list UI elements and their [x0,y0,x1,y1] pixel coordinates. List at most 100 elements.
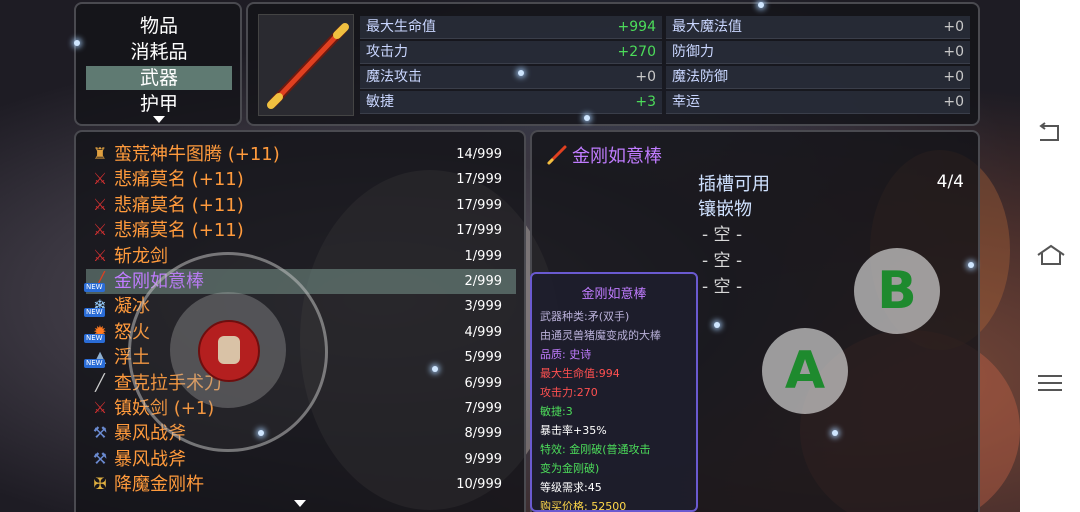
totem-icon: ♜ [92,144,108,163]
socket-label: 镶嵌物 [698,199,752,220]
stat-luck: 幸运 +0 [666,91,970,114]
item-count: 14/999 [456,147,502,162]
vajra-icon: ✠ [93,474,107,494]
list-item[interactable]: ✠ 降魔金刚杵 10/999 [86,472,516,497]
list-item[interactable]: ♜ 蛮荒神牛图腾 (+11) 14/999 [86,142,516,167]
knife-icon: ╱ [95,372,105,392]
list-item[interactable]: ⚔ 斩龙剑 1/999 [86,244,516,269]
stat-max-hp: 最大生命值 +994 [360,16,662,39]
item-count: 9/999 [464,451,502,467]
list-item[interactable]: ⚒ 暴风战斧 9/999 [86,447,516,472]
sparkle [518,70,524,76]
item-tooltip: 金刚如意棒 武器种类:矛(双手) 由通灵兽猪魔变成的大棒 品质: 史诗最大生命值:9… [530,272,698,512]
tooltip-line: 暴击率+35% [540,424,607,437]
stat-label: 攻击力 [366,44,408,60]
item-name: 降魔金刚杵 [114,474,204,496]
stat-label: 最大魔法值 [672,19,742,35]
item-count: 1/999 [464,248,502,264]
tooltip-line: 品质: 史诗 [540,348,592,361]
b-button[interactable]: B [854,248,940,334]
stat-value: +0 [943,44,964,60]
stat-value: +0 [943,94,964,110]
sparkle [758,2,764,8]
staff-preview-icon [267,23,349,109]
slot-available-label: 插槽可用 [698,174,770,195]
item-count: 8/999 [464,426,502,442]
category-weapons[interactable]: 武器 [86,66,232,90]
tooltip-line: 武器种类:矛(双手) [540,310,630,323]
item-count: 5/999 [464,350,502,366]
item-name: 暴风战斧 [114,448,186,470]
stat-label: 最大生命值 [366,19,436,35]
item-count: 4/999 [464,324,502,340]
list-item[interactable]: ⚔ 悲痛莫名 (+11) 17/999 [86,193,516,218]
new-badge: NEW [84,359,105,369]
tooltip-line: 最大生命值:994 [540,367,620,380]
empty-slot[interactable]: - 空 - [702,220,742,245]
system-nav-bar [1020,0,1080,512]
menu-icon[interactable] [1038,374,1062,392]
slot-count: 4/4 [936,172,964,192]
weapon-preview [258,14,354,116]
stat-value: +0 [943,19,964,35]
tooltip-line: 由通灵兽猪魔变成的大棒 [540,329,661,342]
stat-label: 魔法攻击 [366,69,422,85]
item-count: 7/999 [464,401,502,416]
home-icon[interactable] [1036,244,1066,266]
list-scroll-down-icon[interactable] [294,500,306,507]
sparkle [432,366,438,372]
list-item[interactable]: ⚒ 暴风战斧 8/999 [86,421,516,446]
sword-icon: ⚔ [92,220,108,240]
sparkle [714,322,720,328]
item-name: 蛮荒神牛图腾 (+11) [114,144,280,165]
new-badge: NEW [84,333,105,343]
item-name: 悲痛莫名 (+11) [114,169,244,191]
category-menu: 物品 消耗品 武器 护甲 [74,2,242,126]
stat-value: +270 [617,44,656,60]
stat-label: 魔法防御 [672,69,728,85]
game-screen: 物品 消耗品 武器 护甲 最大生命值 +994 攻击力 +270 魔法攻击 +0 [0,0,1020,512]
list-item[interactable]: ⚔ 悲痛莫名 (+11) 17/999 [86,218,516,243]
sparkle [258,430,264,436]
item-count: 2/999 [464,274,502,289]
staff-icon [547,145,567,165]
category-scroll-down-icon[interactable] [153,116,165,123]
item-count: 3/999 [464,299,502,315]
tooltip-line: 敏捷:3 [540,405,573,418]
stat-label: 敏捷 [366,94,394,110]
detail-title: 金刚如意棒 [572,146,662,167]
item-count: 17/999 [456,172,502,188]
sword-icon: ⚔ [92,169,108,189]
sword-icon: ⚔ [92,245,108,265]
a-button[interactable]: A [762,328,848,414]
sparkle [832,430,838,436]
new-badge: NEW [84,308,105,318]
stat-value: +0 [635,69,656,85]
tooltip-line: 购买价格: 52500 [540,500,627,512]
empty-slot[interactable]: - 空 - [702,272,742,297]
tooltip-line: 等级需求:45 [540,481,602,494]
empty-slot[interactable]: - 空 - [702,246,742,271]
stat-defense: 防御力 +0 [666,41,970,64]
tooltip-line: 特效: 金刚破(普通攻击 [540,443,651,456]
stat-value: +3 [635,94,656,110]
item-count: 17/999 [456,223,502,239]
stat-label: 防御力 [672,44,714,60]
tooltip-title: 金刚如意棒 [581,287,647,302]
list-item[interactable]: ⚔ 悲痛莫名 (+11) 17/999 [86,167,516,192]
back-icon[interactable] [1036,122,1062,142]
stats-panel: 最大生命值 +994 攻击力 +270 魔法攻击 +0 敏捷 +3 最大魔法值 … [246,2,980,126]
category-armor[interactable]: 护甲 [86,92,232,116]
stat-value: +994 [617,19,656,35]
tooltip-line: 变为金刚破) [540,462,600,475]
character-avatar [218,336,240,364]
category-items[interactable]: 物品 [86,14,232,38]
sparkle [74,40,80,46]
item-name: 悲痛莫名 (+11) [114,220,244,242]
category-consumables[interactable]: 消耗品 [86,40,232,64]
axe-icon: ⚒ [92,448,108,468]
axe-icon: ⚒ [92,423,108,443]
stat-magic-defense: 魔法防御 +0 [666,66,970,89]
stat-value: +0 [943,69,964,85]
item-count: 6/999 [464,375,502,391]
